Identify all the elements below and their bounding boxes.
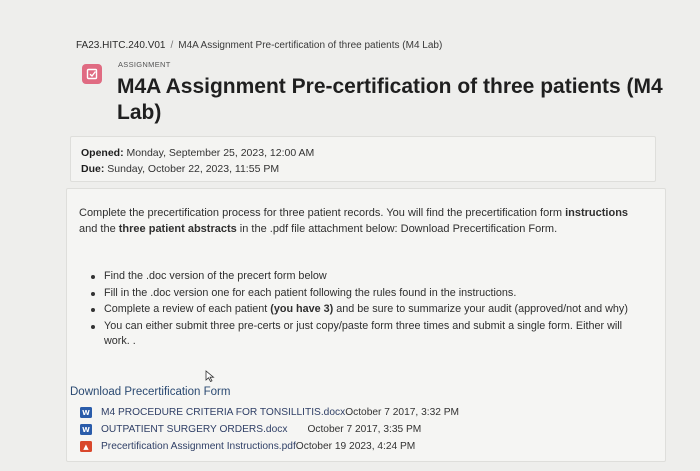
attachment-list: W M4 PROCEDURE CRITERIA FOR TONSILLITIS.… bbox=[80, 404, 459, 455]
attachment-date: October 19 2023, 4:24 PM bbox=[295, 441, 416, 452]
instruction-list: Find the .doc version of the precert for… bbox=[91, 269, 639, 351]
attachment-link[interactable]: OUTPATIENT SURGERY ORDERS.docx bbox=[101, 424, 287, 435]
opened-date: Opened: Monday, September 25, 2023, 12:0… bbox=[81, 147, 314, 159]
due-label: Due: bbox=[81, 163, 105, 175]
opened-value: Monday, September 25, 2023, 12:00 AM bbox=[126, 147, 315, 159]
list-item-bold: (you have 3) bbox=[270, 303, 334, 315]
download-precert-link[interactable]: Download Precertification Form bbox=[70, 386, 230, 398]
due-date: Due: Sunday, October 22, 2023, 11:55 PM bbox=[81, 163, 279, 175]
due-value: Sunday, October 22, 2023, 11:55 PM bbox=[107, 163, 280, 175]
attachment-date: October 7 2017, 3:32 PM bbox=[345, 407, 460, 418]
breadcrumb: FA23.HITC.240.V01 / M4A Assignment Pre-cer… bbox=[76, 40, 442, 51]
assignment-icon bbox=[82, 64, 102, 84]
intro-bold-abstracts: three patient abstracts bbox=[118, 223, 237, 235]
breadcrumb-course-link[interactable]: FA23.HITC.240.V01 bbox=[76, 40, 166, 51]
word-document-icon: W bbox=[80, 424, 92, 435]
list-item: You can either submit three pre-certs or… bbox=[91, 319, 639, 350]
attachment-link[interactable]: Precertification Assignment Instructions… bbox=[101, 441, 296, 452]
attachment-link[interactable]: M4 PROCEDURE CRITERIA FOR TONSILLITIS.do… bbox=[101, 407, 345, 418]
intro-text-1: Complete the precertification process fo… bbox=[79, 207, 563, 219]
word-document-icon: W bbox=[80, 407, 92, 418]
activity-type-label: ASSIGNMENT bbox=[118, 60, 171, 69]
pdf-document-icon: ▲ bbox=[80, 441, 92, 452]
list-item-text: and be sure to summarize your audit (app… bbox=[333, 303, 628, 315]
list-item: Fill in the .doc version one for each pa… bbox=[91, 286, 639, 302]
attachment-date: October 7 2017, 3:35 PM bbox=[307, 424, 422, 435]
page-title: M4A Assignment Pre-certification of thre… bbox=[117, 75, 663, 124]
attachment-item: W M4 PROCEDURE CRITERIA FOR TONSILLITIS.… bbox=[80, 404, 459, 421]
breadcrumb-current: M4A Assignment Pre-certification of thre… bbox=[178, 40, 443, 51]
breadcrumb-separator: / bbox=[170, 40, 174, 51]
mouse-pointer-icon bbox=[205, 370, 215, 382]
list-item-text: Complete a review of each patient bbox=[104, 303, 271, 315]
list-item: Complete a review of each patient (you h… bbox=[91, 302, 639, 318]
intro-bold-instructions: instructions bbox=[565, 207, 629, 219]
intro-text-3: in the .pdf file attachment below: Downl… bbox=[236, 223, 558, 235]
attachment-item: ▲ Precertification Assignment Instructio… bbox=[80, 438, 459, 455]
list-item: Find the .doc version of the precert for… bbox=[91, 269, 639, 285]
activity-dates: Opened: Monday, September 25, 2023, 12:0… bbox=[70, 136, 656, 182]
intro-text-2: and the bbox=[79, 223, 119, 235]
intro-paragraph: Complete the precertification process fo… bbox=[79, 205, 649, 237]
opened-label: Opened: bbox=[81, 147, 124, 159]
attachment-item: W OUTPATIENT SURGERY ORDERS.docx October … bbox=[80, 421, 459, 438]
